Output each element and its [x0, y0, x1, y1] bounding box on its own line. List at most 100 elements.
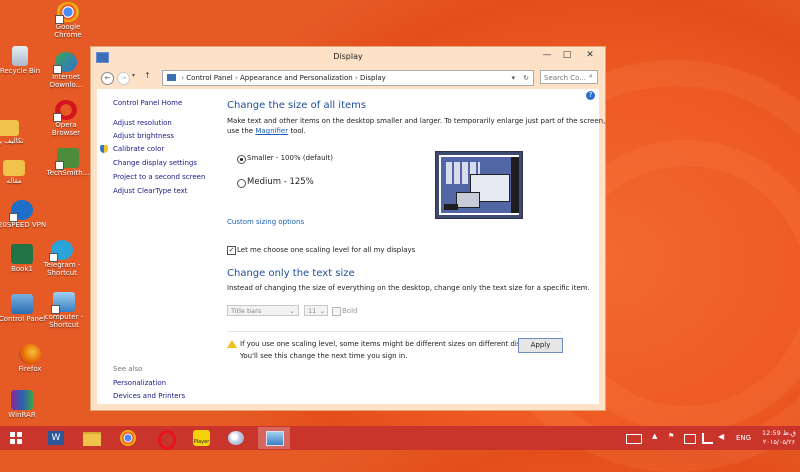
maximize-button[interactable]: □	[557, 47, 577, 63]
show-hidden-icons[interactable]: ▲	[652, 432, 657, 440]
vpn-icon	[9, 200, 33, 222]
preview-taskbar	[511, 157, 519, 213]
language-indicator[interactable]: ENG	[736, 434, 751, 442]
desktop-icon-label: Google Chrome	[54, 23, 82, 39]
desktop-icon-folder-1[interactable]: تکالیف پایه	[0, 120, 34, 145]
display-tray-icon[interactable]	[684, 434, 696, 444]
warning-icon	[227, 340, 237, 348]
display-preview	[435, 151, 523, 219]
taskbar-player[interactable]: Player	[186, 427, 218, 449]
chrome-icon	[55, 2, 79, 24]
breadcrumb-display[interactable]: Display	[360, 74, 386, 82]
close-button[interactable]: ✕	[577, 47, 603, 63]
desktop-icon-folder-2[interactable]: مقاله	[0, 160, 40, 185]
idm-icon	[53, 52, 77, 74]
window-title: Display	[333, 52, 363, 61]
sidebar: Control Panel Home Adjust resolution Adj…	[97, 89, 217, 404]
desktop-icon-label: Opera Browser	[51, 121, 81, 137]
breadcrumb-appearance[interactable]: Appearance and Personalization	[240, 74, 353, 82]
refresh-icon[interactable]: ↻	[523, 71, 529, 85]
custom-sizing-link[interactable]: Custom sizing options	[227, 218, 304, 226]
radio-smaller[interactable]	[237, 155, 246, 164]
back-button[interactable]: ←	[101, 72, 114, 85]
divider	[227, 331, 562, 332]
address-dropdown-icon[interactable]: ▾	[511, 71, 515, 85]
start-button[interactable]	[4, 427, 36, 449]
desktop-icon-idm[interactable]: Internet Downlo...	[40, 52, 92, 89]
minimize-button[interactable]: —	[537, 47, 557, 63]
sidebar-devices-printers[interactable]: Devices and Printers	[113, 392, 185, 400]
bold-label: Bold	[342, 307, 358, 315]
see-also-label: See also	[113, 365, 143, 373]
desktop-icon-label: تکالیف پایه	[0, 137, 24, 145]
desktop-icon-chrome[interactable]: Google Chrome	[42, 2, 94, 39]
flag-icon[interactable]: ⚑	[668, 432, 674, 440]
size-description: Make text and other items on the desktop…	[227, 117, 606, 125]
desktop-icon-techsmith[interactable]: TechSmith...	[42, 148, 94, 177]
sidebar-personalization[interactable]: Personalization	[113, 379, 166, 387]
size-heading: Change the size of all items	[227, 100, 367, 111]
breadcrumb-control-panel[interactable]: Control Panel	[186, 74, 232, 82]
taskbar: W Player ▲ ⚑ ◀ ENG 12:59 ق.ظ ۲۰۱۵/۰۵/۲۶	[0, 426, 800, 450]
size-select-value: 11	[308, 307, 317, 315]
desktop-icon-label: مقاله	[6, 177, 22, 185]
desktop-icon-telegram[interactable]: Telegram - Shortcut	[36, 240, 88, 277]
sidebar-item-label: Calibrate color	[113, 145, 165, 153]
desktop-icon-label: Book1	[11, 265, 33, 273]
scaling-checkbox[interactable]: ✓	[227, 246, 236, 255]
up-button[interactable]: ↑	[144, 71, 151, 80]
network-icon[interactable]	[702, 433, 713, 444]
touch-keyboard-icon[interactable]	[626, 434, 642, 444]
sidebar-adjust-cleartype[interactable]: Adjust ClearType text	[113, 187, 188, 195]
taskbar-opera[interactable]	[150, 427, 182, 450]
scaling-checkbox-label[interactable]: Let me choose one scaling level for all …	[237, 246, 415, 254]
magnifier-link[interactable]: Magnifier	[255, 127, 288, 135]
desktop-icon-label: 20SPEED VPN	[0, 221, 47, 229]
address-separator: ›	[234, 74, 238, 82]
display-window: Display — □ ✕ ← → ▾ ↑ › Control Panel › …	[90, 46, 606, 411]
radio-smaller-label[interactable]: Smaller - 100% (default)	[247, 154, 333, 162]
desktop-icon-firefox[interactable]: Firefox	[4, 344, 56, 373]
radio-medium[interactable]	[237, 179, 246, 188]
sidebar-adjust-resolution[interactable]: Adjust resolution	[113, 119, 172, 127]
windows-start-icon	[10, 432, 22, 444]
title-bar[interactable]: Display — □ ✕	[91, 47, 605, 69]
sidebar-adjust-brightness[interactable]: Adjust brightness	[113, 132, 174, 140]
recent-locations-button[interactable]: ▾	[132, 72, 135, 79]
desktop-icon-winrar[interactable]: WinRAR	[0, 390, 48, 419]
size-select[interactable]: 11 ⌄	[304, 305, 328, 316]
shield-icon	[100, 145, 108, 153]
desktop-icon-vpn[interactable]: 20SPEED VPN	[0, 200, 48, 229]
search-icon: ⌕	[589, 72, 593, 80]
content-area: ? Control Panel Home Adjust resolution A…	[97, 89, 605, 404]
taskbar-control-panel[interactable]	[258, 427, 290, 449]
address-separator: ›	[354, 74, 358, 82]
desktop-icon-computer[interactable]: computer - Shortcut	[38, 292, 90, 329]
desktop-icon-label: WinRAR	[8, 411, 36, 419]
folder-icon	[3, 160, 25, 176]
taskbar-word[interactable]: W	[40, 427, 72, 449]
apply-button[interactable]: Apply	[518, 338, 563, 353]
desktop-icon-label: Firefox	[18, 365, 42, 373]
volume-icon[interactable]: ◀	[718, 432, 724, 441]
warning-line-1: If you use one scaling level, some items…	[240, 340, 542, 348]
paint-icon	[228, 431, 244, 445]
sidebar-project-second-screen[interactable]: Project to a second screen	[113, 173, 205, 181]
bold-checkbox[interactable]	[332, 307, 341, 316]
player-icon: Player	[193, 430, 210, 446]
desktop-icon-label: Internet Downlo...	[49, 73, 83, 89]
forward-button[interactable]: →	[117, 72, 130, 85]
taskbar-chrome[interactable]	[112, 427, 144, 449]
desktop-icon-opera[interactable]: Opera Browser	[40, 100, 92, 137]
clock[interactable]: 12:59 ق.ظ ۲۰۱۵/۰۵/۲۶	[760, 429, 798, 447]
taskbar-paint[interactable]	[220, 427, 252, 449]
taskbar-file-explorer[interactable]	[76, 427, 108, 449]
sidebar-change-display-settings[interactable]: Change display settings	[113, 159, 197, 167]
sidebar-control-panel-home[interactable]: Control Panel Home	[113, 99, 182, 107]
item-select[interactable]: Title bars ⌄	[227, 305, 299, 316]
sidebar-calibrate-color[interactable]: Calibrate color	[100, 145, 165, 153]
text-size-heading: Change only the text size	[227, 268, 355, 279]
excel-icon	[11, 244, 33, 264]
radio-medium-label[interactable]: Medium - 125%	[247, 177, 314, 187]
address-bar[interactable]: › Control Panel › Appearance and Persona…	[162, 70, 534, 86]
